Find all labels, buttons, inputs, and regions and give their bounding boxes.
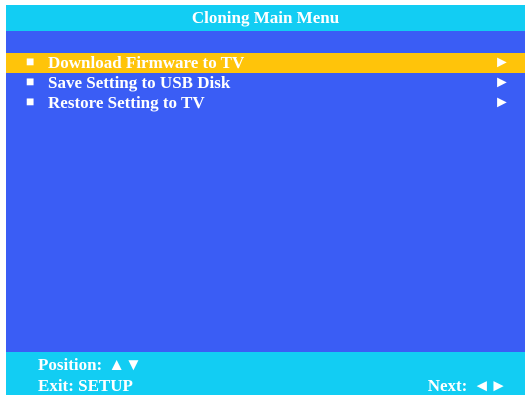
right-arrow-icon: ►: [494, 94, 510, 111]
square-bullet-icon: ■: [26, 55, 35, 70]
menu-title: Cloning Main Menu: [191, 8, 340, 27]
title-bar: Cloning Main Menu: [6, 5, 525, 31]
menu-item-save-setting[interactable]: ■ Save Setting to USB Disk ►: [6, 73, 525, 93]
left-right-arrows-icon: ◄►: [473, 376, 507, 395]
menu-item-restore-setting[interactable]: ■ Restore Setting to TV ►: [6, 93, 525, 113]
menu-item-download-firmware[interactable]: ■ Download Firmware to TV ►: [6, 53, 525, 73]
position-label: Position:: [38, 355, 103, 374]
osd-screen: Cloning Main Menu ■ Download Firmware to…: [6, 5, 525, 395]
exit-hint: Exit: SETUP: [38, 376, 133, 395]
up-down-arrows-icon: ▲▼: [108, 355, 142, 374]
right-arrow-icon: ►: [494, 74, 510, 91]
menu-item-label: Save Setting to USB Disk: [48, 73, 231, 92]
next-label: Next:: [427, 376, 468, 395]
menu-list: ■ Download Firmware to TV ► ■ Save Setti…: [6, 53, 525, 113]
right-arrow-icon: ►: [494, 54, 510, 71]
footer-bar: Position: ▲▼ Exit: SETUP Next: ◄►: [6, 352, 525, 395]
menu-item-label: Download Firmware to TV: [48, 53, 245, 72]
position-hint: Position: ▲▼: [38, 355, 142, 375]
square-bullet-icon: ■: [26, 95, 35, 110]
exit-label: Exit: SETUP: [38, 376, 133, 395]
square-bullet-icon: ■: [26, 75, 35, 90]
next-hint: Next: ◄►: [428, 376, 507, 395]
menu-item-label: Restore Setting to TV: [48, 93, 205, 112]
